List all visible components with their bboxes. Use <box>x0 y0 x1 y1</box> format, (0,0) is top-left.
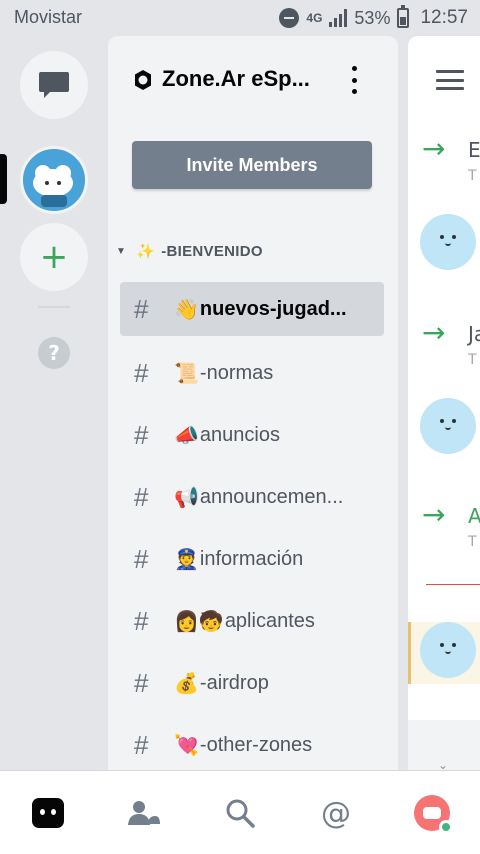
clock: 12:57 <box>420 7 468 28</box>
channel-name: aplicantes <box>224 609 315 632</box>
carrier-label: Movistar <box>14 7 83 27</box>
hash-icon: # <box>134 605 149 636</box>
add-server-icon: + <box>39 237 69 277</box>
hash-icon: # <box>134 543 149 574</box>
message-text: T <box>468 168 477 184</box>
hamburger-menu-icon[interactable] <box>436 70 464 90</box>
server-header[interactable]: Zone.Ar eSp... <box>108 36 398 122</box>
channel-nuevos-jugadores[interactable]: # 👋 nuevos-jugad... <box>120 282 384 336</box>
server-menu-icon[interactable] <box>344 66 364 94</box>
channel-informacion[interactable]: # 👮 información <box>120 532 384 586</box>
channel-aplicantes[interactable]: # 👩🧒 aplicantes <box>120 594 384 648</box>
channel-announcements[interactable]: # 📢 announcemen... <box>120 470 384 524</box>
search-icon <box>226 799 255 828</box>
server-name: Zone.Ar eSp... <box>162 66 310 91</box>
status-icons: 4G 53% 12:57 <box>279 5 468 30</box>
nav-search-button[interactable] <box>222 795 258 831</box>
friends-icon <box>128 801 160 825</box>
channel-emoji: 💰 <box>174 672 199 695</box>
invite-members-button[interactable]: Invite Members <box>132 141 372 189</box>
message-author: Ja <box>468 322 480 346</box>
online-status-icon <box>439 820 453 834</box>
chevron-down-icon: ▼ <box>116 245 127 257</box>
battery-icon <box>397 5 410 28</box>
signal-icon <box>329 9 348 27</box>
message-text: T <box>468 352 477 368</box>
help-icon[interactable]: ? <box>38 337 70 369</box>
message-text: T <box>468 534 477 550</box>
new-messages-divider <box>426 584 480 585</box>
hash-icon: # <box>134 667 149 698</box>
home-icon <box>32 798 64 828</box>
hash-icon: # <box>134 293 149 324</box>
channel-normas[interactable]: # 📜 -normas <box>120 346 384 400</box>
channel-emoji: 👋 <box>174 298 199 321</box>
profile-avatar <box>414 795 453 834</box>
bottom-navigation: @ <box>0 770 480 854</box>
message-author: A <box>468 504 480 528</box>
channel-anuncios[interactable]: # 📣 anuncios <box>120 408 384 462</box>
sparkles-icon: ✨ <box>136 243 156 260</box>
server-avatar[interactable] <box>20 146 88 214</box>
channel-emoji: 👮 <box>174 548 199 571</box>
rail-divider <box>38 306 70 308</box>
chevron-down-icon[interactable]: ⌄ <box>438 758 448 770</box>
nav-mentions-button[interactable]: @ <box>318 795 354 831</box>
nav-profile-button[interactable] <box>414 795 453 834</box>
channel-emoji: 📢 <box>174 486 199 509</box>
server-badge-icon <box>135 70 151 90</box>
avatar[interactable] <box>420 398 476 454</box>
join-arrow-icon: → <box>422 132 446 165</box>
hash-icon: # <box>134 729 149 760</box>
category-label: -BIENVENIDO <box>161 242 263 260</box>
nav-friends-button[interactable] <box>126 795 162 831</box>
chat-panel-peek[interactable]: → E T → Ja T → A T ⌄ <box>408 36 480 770</box>
add-server-button[interactable]: + <box>20 223 88 291</box>
avatar[interactable] <box>420 622 476 678</box>
channel-airdrop[interactable]: # 💰 -airdrop <box>120 656 384 710</box>
direct-messages-button[interactable] <box>20 51 88 119</box>
server-avatar-art <box>23 149 85 211</box>
channel-other-zones[interactable]: # 💘 -other-zones <box>120 718 384 770</box>
join-arrow-icon: → <box>422 316 446 349</box>
channel-emoji: 👩🧒 <box>174 610 224 633</box>
hash-icon: # <box>134 419 149 450</box>
direct-messages-icon <box>39 72 69 98</box>
do-not-disturb-icon <box>279 8 300 28</box>
channel-name: announcemen... <box>199 485 344 508</box>
channel-emoji: 📜 <box>174 362 199 385</box>
channel-name: nuevos-jugad... <box>199 297 347 320</box>
battery-percent: 53% <box>354 7 391 28</box>
server-rail: + ? <box>0 36 106 770</box>
avatar[interactable] <box>420 214 476 270</box>
selected-server-indicator <box>0 154 7 204</box>
channel-name: -airdrop <box>199 671 269 694</box>
channel-name: -other-zones <box>199 733 313 756</box>
channel-emoji: 📣 <box>174 424 199 447</box>
nav-home-button[interactable] <box>30 795 66 831</box>
category-bienvenido[interactable]: ▼ ✨ -BIENVENIDO <box>116 242 263 261</box>
hash-icon: # <box>134 357 149 388</box>
join-arrow-icon: → <box>422 498 446 531</box>
channel-name: -normas <box>199 361 274 384</box>
hash-icon: # <box>134 481 149 512</box>
network-type-label: 4G <box>306 11 323 25</box>
channel-emoji: 💘 <box>174 734 199 757</box>
channel-name: información <box>199 547 304 570</box>
message-author: E <box>468 138 480 162</box>
mentions-icon: @ <box>321 795 351 831</box>
channel-name: anuncios <box>199 423 280 446</box>
status-bar: Movistar 4G 53% 12:57 <box>0 0 480 36</box>
channel-panel: Zone.Ar eSp... Invite Members ▼ ✨ -BIENV… <box>108 36 398 770</box>
